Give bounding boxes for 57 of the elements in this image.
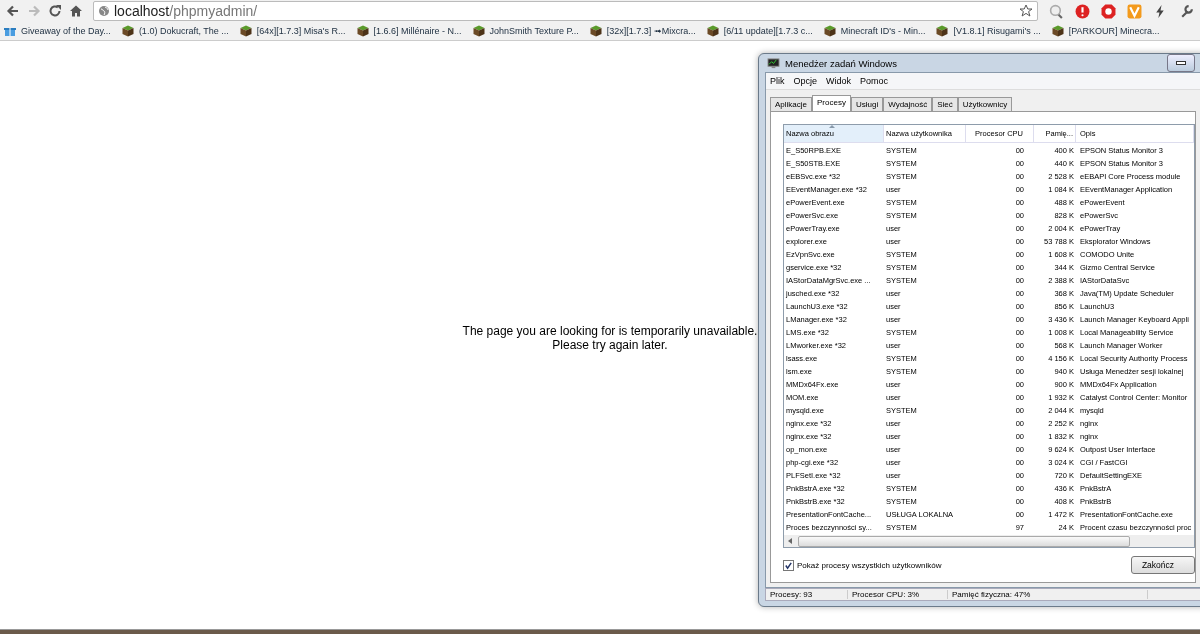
- bookmark-link[interactable]: [32x][1.7.3] ➟Mixcra...: [606, 26, 696, 36]
- grass-block-icon: [706, 25, 719, 37]
- globe-icon: [98, 5, 110, 17]
- bookmark-link[interactable]: [6/11 update][1.7.3 c...: [723, 26, 813, 36]
- bookmark-link[interactable]: [1.6.6] Millénaire - N...: [373, 26, 462, 36]
- bookmark-link[interactable]: (1.0) Dokucraft, The ...: [138, 26, 229, 36]
- minimize-icon: [1176, 61, 1186, 65]
- tab[interactable]: Aplikacje: [770, 97, 812, 111]
- minimize-button[interactable]: [1167, 54, 1195, 72]
- home-icon[interactable]: [69, 4, 83, 18]
- menu-item[interactable]: Plik: [770, 76, 785, 86]
- status-text: Procesy: 93: [766, 590, 848, 599]
- grass-block-icon: [1051, 25, 1064, 37]
- scroll-left-icon: [788, 538, 792, 544]
- tab[interactable]: Sieć: [932, 97, 958, 111]
- scrollbar-thumb[interactable]: [798, 535, 1130, 547]
- window-title: Menedżer zadań Windows: [785, 57, 898, 69]
- url-text: localhost/phpmyadmin/: [114, 3, 259, 19]
- grass-block-icon: [589, 25, 602, 37]
- menu-item[interactable]: Opcje: [793, 76, 818, 86]
- bookmark-link[interactable]: JohnSmith Texture P...: [489, 26, 579, 36]
- wrench-icon[interactable]: [1179, 3, 1194, 19]
- error-message: Please try again later.: [552, 338, 668, 352]
- status-text: Pamięć fizyczna: 47%: [948, 590, 1148, 599]
- checkbox[interactable]: [783, 559, 794, 571]
- star-icon[interactable]: [1019, 4, 1033, 18]
- error-message: The page you are looking for is temporarily unavailable.: [462, 324, 758, 338]
- status-text: Procesor CPU: 3%: [848, 590, 948, 599]
- grass-block-icon: [356, 25, 369, 37]
- tab[interactable]: Wydajność: [883, 97, 933, 111]
- checkmark-icon: [784, 560, 793, 570]
- grass-block-icon: [472, 25, 485, 37]
- tab[interactable]: Użytkownicy: [957, 97, 1013, 111]
- stop-icon[interactable]: [1101, 3, 1116, 19]
- reload-icon[interactable]: [48, 4, 62, 18]
- grass-block-icon: [121, 25, 134, 37]
- bookmark-link[interactable]: [PARKOUR] Minecra...: [1068, 26, 1160, 36]
- tab[interactable]: Usługi: [850, 97, 884, 111]
- alert-icon[interactable]: [1075, 3, 1090, 19]
- address-bar[interactable]: localhost/phpmyadmin/: [93, 1, 1038, 21]
- bookmark-link[interactable]: [64x][1.7.3] Misa's R...: [256, 26, 346, 36]
- gift-icon: [4, 25, 16, 37]
- menu-item[interactable]: Pomoc: [860, 76, 889, 86]
- magnifier-icon[interactable]: [1049, 3, 1064, 19]
- end-process-button[interactable]: Zakończ: [1130, 556, 1195, 574]
- bookmark-link[interactable]: Minecraft ID's - Min...: [840, 26, 926, 36]
- grass-block-icon: [823, 25, 836, 37]
- grass-block-icon: [936, 25, 949, 37]
- monitor-icon: [767, 57, 780, 69]
- bookmark-link[interactable]: Giveaway of the Day...: [21, 26, 111, 36]
- back-icon[interactable]: [6, 4, 20, 18]
- bookmark-link[interactable]: [V1.8.1] Risugami's ...: [953, 26, 1041, 36]
- grass-block-icon: [239, 25, 252, 37]
- tab[interactable]: Procesy: [812, 95, 851, 111]
- checkbox-label: Pokaż procesy wszystkich użytkowników: [797, 560, 943, 570]
- horizontal-scrollbar[interactable]: [784, 535, 1194, 547]
- menu-item[interactable]: Widok: [826, 76, 852, 86]
